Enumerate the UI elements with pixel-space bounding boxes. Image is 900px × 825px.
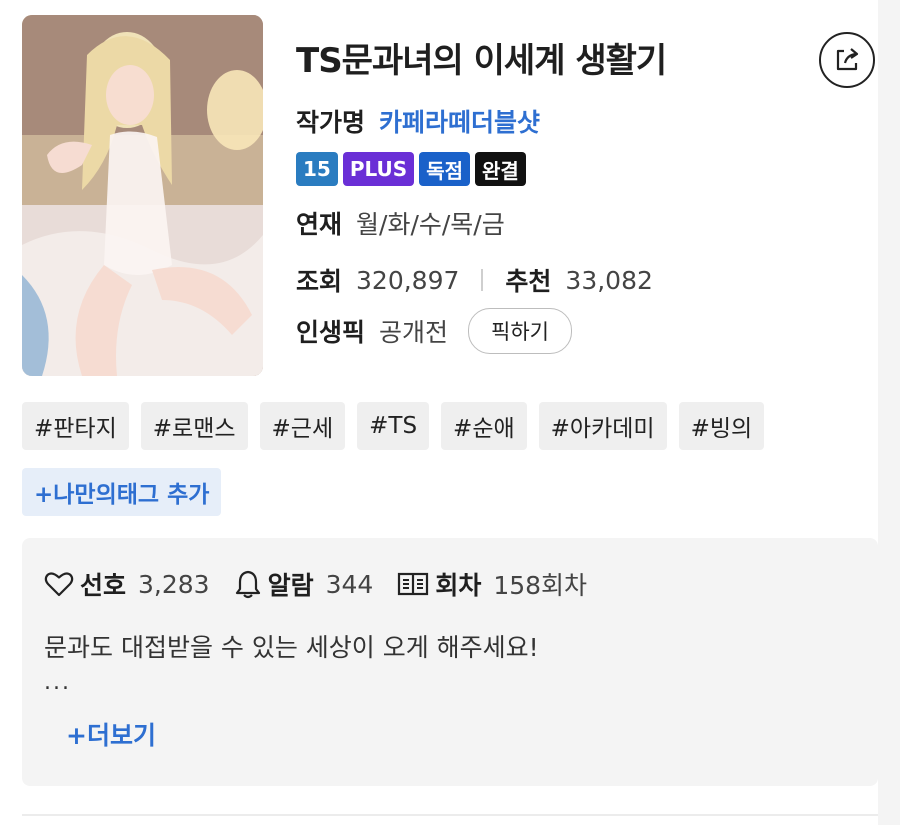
share-button[interactable] (819, 32, 875, 88)
views-value: 320,897 (356, 265, 460, 295)
cover-image[interactable] (22, 15, 263, 376)
author-row: 작가명 카페라떼더블샷 (296, 103, 540, 139)
pick-row: 인생픽 공개전 픽하기 (296, 308, 572, 354)
episodes-label: 회차 (435, 571, 482, 600)
pick-status: 공개전 (379, 318, 449, 347)
episodes-stat: 회차 158회차 (397, 566, 587, 602)
stats-row: 선호 3,283 알람 344 회차 158회차 (44, 566, 611, 602)
tag-list: #판타지 #로맨스 #근세 #TS #순애 #아카데미 #빙의 (22, 402, 765, 450)
heart-icon (44, 572, 74, 597)
plus-badge: PLUS (342, 152, 415, 186)
views-row: 조회 320,897 추천 33,082 (296, 262, 653, 298)
schedule-row: 연재 월/화/수/목/금 (296, 205, 505, 241)
tag-pure-love[interactable]: #순애 (441, 402, 527, 450)
tag-romance[interactable]: #로맨스 (140, 402, 248, 450)
description-text: 문과도 대접받을 수 있는 세상이 오게 해주세요! (44, 633, 539, 662)
alarm-count: 344 (325, 569, 374, 599)
tag-possession[interactable]: #빙의 (678, 402, 765, 450)
description-ellipsis: ... (44, 670, 71, 695)
share-icon (836, 48, 859, 71)
tag-academy[interactable]: #아카데미 (538, 402, 667, 450)
favorite-stat[interactable]: 선호 3,283 (44, 566, 210, 602)
author-label: 작가명 (296, 108, 366, 137)
pick-label: 인생픽 (296, 318, 366, 347)
info-panel: 선호 3,283 알람 344 회차 158회차 문과도 대접받을 수 있는 세… (22, 538, 878, 786)
favorite-count: 3,283 (138, 569, 210, 599)
tag-fantasy[interactable]: #판타지 (22, 402, 129, 450)
pick-button[interactable]: 픽하기 (468, 308, 572, 354)
alarm-stat[interactable]: 알람 344 (234, 566, 374, 602)
divider (481, 269, 484, 291)
views-label: 조회 (296, 267, 343, 296)
bell-icon (235, 570, 260, 599)
author-link[interactable]: 카페라떼더블샷 (379, 103, 540, 139)
more-button[interactable]: +더보기 (66, 716, 156, 752)
episodes-count: 158회차 (493, 571, 588, 600)
book-icon (398, 572, 429, 596)
exclusive-badge: 독점 (419, 152, 470, 186)
novel-title: TS문과녀의 이세계 생활기 (296, 41, 667, 81)
schedule-value: 월/화/수/목/금 (356, 210, 505, 239)
schedule-label: 연재 (296, 210, 343, 239)
bottom-divider (22, 814, 878, 816)
recommend-label: 추천 (505, 267, 552, 296)
alarm-label: 알람 (267, 571, 314, 600)
completed-badge: 완결 (475, 152, 526, 186)
right-gutter (878, 0, 900, 825)
recommend-value: 33,082 (565, 265, 653, 295)
tag-early-modern[interactable]: #근세 (259, 402, 346, 450)
add-my-tag-button[interactable]: +나만의태그 추가 (22, 468, 222, 516)
tag-ts[interactable]: #TS (357, 402, 430, 450)
badge-row: 15 PLUS 독점 완결 (296, 152, 526, 186)
age-badge: 15 (296, 152, 338, 186)
favorite-label: 선호 (80, 571, 127, 600)
